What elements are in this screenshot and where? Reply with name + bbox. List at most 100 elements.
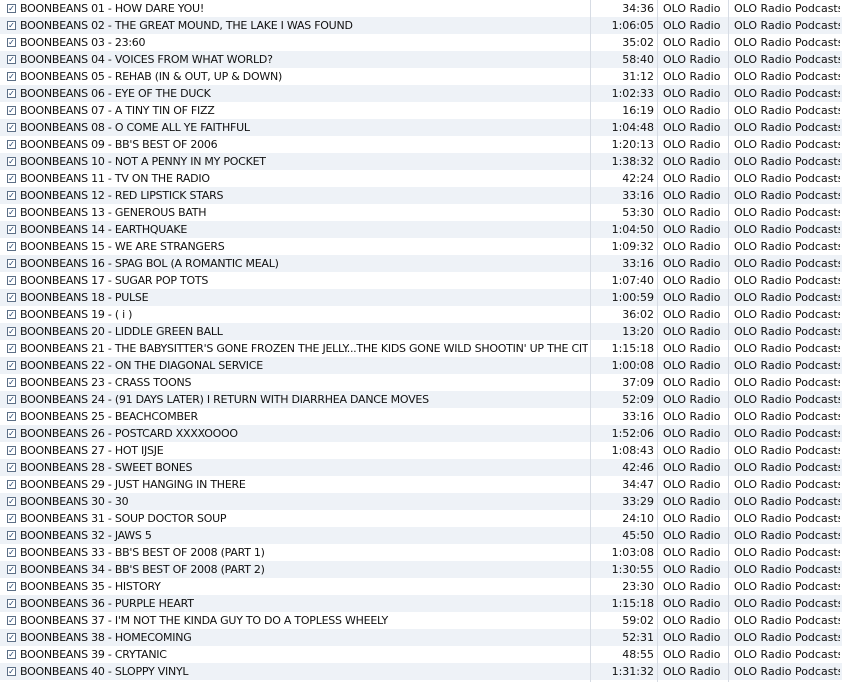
track-row[interactable]: ✓ BOONBEANS 06 - EYE OF THE DUCK 1:02:33 OL…	[0, 84, 842, 102]
track-checkbox[interactable]: ✓	[7, 360, 16, 370]
track-checkbox[interactable]: ✓	[7, 275, 16, 285]
track-checkbox[interactable]: ✓	[7, 71, 16, 81]
track-checkbox[interactable]: ✓	[7, 292, 16, 302]
track-row[interactable]: ✓ BOONBEANS 02 - THE GREAT MOUND, THE LAK…	[0, 16, 842, 34]
track-list: ✓ BOONBEANS 40 - SLOPPY VINYL 1:31:32 OLO R…	[0, 0, 842, 682]
track-checkbox[interactable]: ✓	[7, 258, 16, 268]
track-checkbox[interactable]: ✓	[7, 394, 16, 404]
track-checkbox[interactable]: ✓	[7, 122, 16, 132]
track-row[interactable]: ✓ BOONBEANS 15 - WE ARE STRANGERS 1:09:32 O…	[0, 238, 842, 255]
track-row[interactable]: ✓ BOONBEANS 20 - LIDDLE GREEN BALL 13:20 OL…	[0, 322, 842, 340]
track-checkbox[interactable]: ✓	[7, 581, 16, 591]
track-row[interactable]: ✓ BOONBEANS 37 - I'M NOT THE KINDA GUY TO…	[0, 612, 842, 629]
track-row[interactable]: ✓ BOONBEANS 40 - SLOPPY VINYL 1:31:32 OLO R…	[0, 662, 842, 680]
track-checkbox[interactable]: ✓	[7, 20, 16, 30]
track-album: OLO Radio Podcasts	[734, 120, 840, 134]
track-album: OLO Radio Podcasts	[734, 528, 840, 542]
track-row[interactable]: ✓ BOONBEANS 13 - GENEROUS BATH 53:30 OLO Ra…	[0, 204, 842, 221]
track-checkbox[interactable]: ✓	[7, 190, 16, 200]
track-row[interactable]: ✓ BOONBEANS 36 - PURPLE HEART 1:15:18 OLO R…	[0, 594, 842, 612]
track-row[interactable]: ✓ BOONBEANS 14 - EARTHQUAKE 1:04:50 OLO Rad…	[0, 220, 842, 238]
track-checkbox[interactable]: ✓	[7, 428, 16, 438]
track-row[interactable]: ✓ BOONBEANS 21 - THE BABYSITTER'S GONE FR…	[0, 340, 842, 357]
track-row[interactable]: ✓ BOONBEANS 16 - SPAG BOL (A ROMANTIC MEA…	[0, 254, 842, 272]
track-row[interactable]: ✓ BOONBEANS 28 - SWEET BONES 42:46 OLO Radi…	[0, 458, 842, 476]
track-row[interactable]: ✓ BOONBEANS 33 - BB'S BEST OF 2008 (PART …	[0, 544, 842, 561]
track-row[interactable]: ✓ BOONBEANS 10 - NOT A PENNY IN MY POCKET…	[0, 152, 842, 170]
track-row[interactable]: ✓ BOONBEANS 30 - 30 33:29 OLO Radio OLO Radi…	[0, 492, 842, 510]
track-row[interactable]: ✓ BOONBEANS 26 - POSTCARD XXXXOOOO 1:52:06…	[0, 424, 842, 442]
track-checkbox[interactable]: ✓	[7, 37, 16, 47]
track-album: OLO Radio Podcasts	[734, 222, 840, 236]
track-name: BOONBEANS 07 - A TINY TIN OF FIZZ	[20, 103, 215, 117]
track-checkbox[interactable]: ✓	[7, 632, 16, 642]
track-checkbox[interactable]: ✓	[7, 139, 16, 149]
track-name: BOONBEANS 22 - ON THE DIAGONAL SERVICE	[20, 358, 263, 372]
track-checkbox[interactable]: ✓	[7, 649, 16, 659]
track-row[interactable]: ✓ BOONBEANS 31 - SOUP DOCTOR SOUP 24:10 OLO…	[0, 510, 842, 527]
track-checkbox[interactable]: ✓	[7, 207, 16, 217]
track-row[interactable]: ✓ BOONBEANS 34 - BB'S BEST OF 2008 (PART …	[0, 560, 842, 578]
track-checkbox[interactable]: ✓	[7, 3, 16, 13]
track-row[interactable]: ✓ BOONBEANS 04 - VOICES FROM WHAT WORLD? 5…	[0, 50, 842, 68]
track-checkbox[interactable]: ✓	[7, 343, 16, 353]
track-time: 35:02	[622, 35, 654, 49]
track-artist: OLO Radio	[663, 460, 721, 474]
track-checkbox[interactable]: ✓	[7, 309, 16, 319]
track-checkbox[interactable]: ✓	[7, 462, 16, 472]
track-row[interactable]: ✓ BOONBEANS 25 - BEACHCOMBER 33:16 OLO Radi…	[0, 408, 842, 425]
track-row[interactable]: ✓ BOONBEANS 35 - HISTORY 23:30 OLO Radio OLO…	[0, 578, 842, 595]
track-row[interactable]: ✓ BOONBEANS 32 - JAWS 5 45:50 OLO Radio OLO …	[0, 526, 842, 544]
track-album: OLO Radio Podcasts	[734, 52, 840, 66]
track-checkbox[interactable]: ✓	[7, 615, 16, 625]
track-row[interactable]: ✓ BOONBEANS 17 - SUGAR POP TOTS 1:07:40 OLO…	[0, 272, 842, 289]
track-checkbox[interactable]: ✓	[7, 54, 16, 64]
track-time: 42:46	[622, 460, 654, 474]
track-time: 36:02	[622, 307, 654, 321]
track-name: BOONBEANS 21 - THE BABYSITTER'S GONE FRO…	[20, 341, 588, 355]
track-artist: OLO Radio	[663, 409, 721, 423]
track-album: OLO Radio Podcasts	[734, 358, 840, 372]
track-checkbox[interactable]: ✓	[7, 411, 16, 421]
track-checkbox[interactable]: ✓	[7, 666, 16, 676]
track-checkbox[interactable]: ✓	[7, 241, 16, 251]
track-name: BOONBEANS 10 - NOT A PENNY IN MY POCKET	[20, 154, 266, 168]
track-time: 33:16	[622, 188, 654, 202]
track-checkbox[interactable]: ✓	[7, 564, 16, 574]
track-checkbox[interactable]: ✓	[7, 156, 16, 166]
track-row[interactable]: ✓ BOONBEANS 07 - A TINY TIN OF FIZZ 16:19 O…	[0, 102, 842, 119]
track-row[interactable]: ✓ BOONBEANS 22 - ON THE DIAGONAL SERVICE 1…	[0, 356, 842, 374]
track-name: BOONBEANS 20 - LIDDLE GREEN BALL	[20, 324, 223, 338]
track-checkbox[interactable]: ✓	[7, 547, 16, 557]
track-checkbox[interactable]: ✓	[7, 173, 16, 183]
track-checkbox[interactable]: ✓	[7, 530, 16, 540]
track-row[interactable]: ✓ BOONBEANS 12 - RED LIPSTICK STARS 33:16 O…	[0, 186, 842, 204]
track-row[interactable]: ✓ BOONBEANS 39 - CRYTANIC 48:55 OLO Radio OL…	[0, 646, 842, 663]
track-time: 1:09:32	[611, 239, 654, 253]
track-time: 1:02:33	[611, 86, 654, 100]
track-row[interactable]: ✓ BOONBEANS 11 - TV ON THE RADIO 42:24 OLO …	[0, 170, 842, 187]
track-row[interactable]: ✓ BOONBEANS 27 - HOT IJSJE 1:08:43 OLO Radi…	[0, 442, 842, 459]
track-row[interactable]: ✓ BOONBEANS 24 - (91 DAYS LATER) I RETURN…	[0, 390, 842, 408]
track-checkbox[interactable]: ✓	[7, 377, 16, 387]
track-row[interactable]: ✓ BOONBEANS 09 - BB'S BEST OF 2006 1:20:13…	[0, 136, 842, 153]
track-row[interactable]: ✓ BOONBEANS 03 - 23:60 35:02 OLO Radio OLO R…	[0, 34, 842, 51]
track-name: BOONBEANS 35 - HISTORY	[20, 579, 161, 593]
track-row[interactable]: ✓ BOONBEANS 19 - ( i ) 36:02 OLO Radio OLO R…	[0, 306, 842, 323]
track-checkbox[interactable]: ✓	[7, 105, 16, 115]
track-checkbox[interactable]: ✓	[7, 224, 16, 234]
track-row[interactable]: ✓ BOONBEANS 08 - O COME ALL YE FAITHFUL 1:…	[0, 118, 842, 136]
track-row[interactable]: ✓ BOONBEANS 23 - CRASS TOONS 37:09 OLO Radi…	[0, 374, 842, 391]
track-row[interactable]: ✓ BOONBEANS 05 - REHAB (IN & OUT, UP & DO…	[0, 68, 842, 85]
track-checkbox[interactable]: ✓	[7, 88, 16, 98]
track-row[interactable]: ✓ BOONBEANS 29 - JUST HANGING IN THERE 34:…	[0, 476, 842, 493]
track-row[interactable]: ✓ BOONBEANS 18 - PULSE 1:00:59 OLO Radio OLO…	[0, 288, 842, 306]
track-checkbox[interactable]: ✓	[7, 598, 16, 608]
track-checkbox[interactable]: ✓	[7, 496, 16, 506]
track-checkbox[interactable]: ✓	[7, 445, 16, 455]
track-checkbox[interactable]: ✓	[7, 326, 16, 336]
track-row[interactable]: ✓ BOONBEANS 38 - HOMECOMING 52:31 OLO Radio…	[0, 628, 842, 646]
track-checkbox[interactable]: ✓	[7, 479, 16, 489]
track-row[interactable]: ✓ BOONBEANS 01 - HOW DARE YOU! 34:36 OLO Ra…	[0, 0, 842, 17]
track-checkbox[interactable]: ✓	[7, 513, 16, 523]
